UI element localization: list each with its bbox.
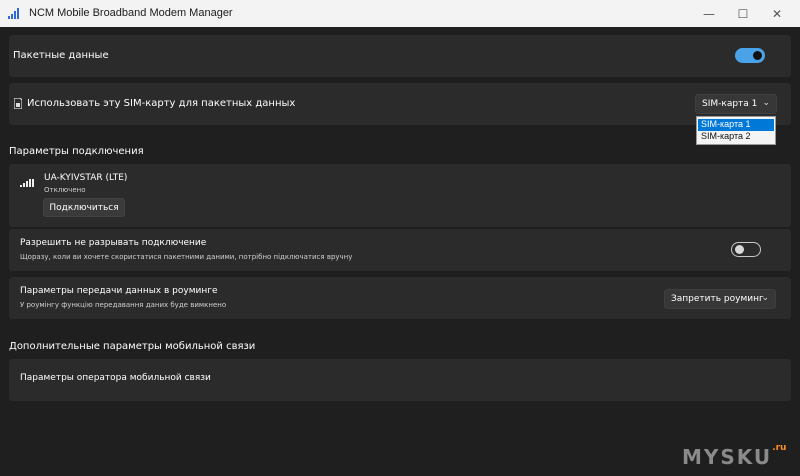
toggle-knob (735, 245, 744, 254)
packet-data-panel: Пакетные данные (9, 35, 791, 77)
signal-strength-icon (20, 179, 34, 187)
toggle-knob (753, 51, 762, 60)
chevron-down-icon: ⌄ (762, 98, 770, 108)
sim-option-2[interactable]: SIM-карта 2 (698, 131, 774, 143)
keep-connection-panel: Разрешить не разрывать подключение Щораз… (9, 229, 791, 271)
operator-settings-panel[interactable]: Параметры оператора мобильной связи (9, 359, 791, 401)
sim-option-2-label: SIM-карта 2 (701, 131, 751, 141)
signal-bars-icon (8, 8, 19, 19)
minimize-button[interactable]: — (692, 0, 726, 27)
roaming-description: У роумінгу функцію передавання даних буд… (20, 301, 227, 309)
operator-settings-label: Параметры оператора мобильной связи (20, 373, 211, 383)
sim-option-1-label: SIM-карта 1 (701, 119, 751, 129)
keep-connection-toggle[interactable] (731, 242, 761, 257)
additional-section-title: Дополнительные параметры мобильной связи (9, 341, 256, 352)
roaming-label: Параметры передачи данных в роуминге (20, 286, 218, 296)
watermark-brand: MYSKU (682, 445, 773, 469)
sim-select[interactable]: SIM-карта 1 ⌄ (695, 94, 777, 114)
connection-section-title: Параметры подключения (9, 146, 144, 157)
packet-data-label: Пакетные данные (13, 50, 109, 61)
keep-connection-description: Щоразу, коли ви хочете скористатися паке… (20, 253, 353, 261)
sim-option-1[interactable]: SIM-карта 1 (698, 119, 774, 131)
sim-usage-label: Использовать эту SIM-карту для пакетных … (27, 98, 296, 109)
sim-dropdown-list: SIM-карта 1 SIM-карта 2 (696, 116, 776, 145)
chevron-down-icon: ⌄ (761, 293, 769, 303)
title-bar: NCM Mobile Broadband Modem Manager — ☐ ✕ (0, 0, 800, 27)
sim-usage-panel: Использовать эту SIM-карту для пакетных … (9, 83, 791, 125)
roaming-panel: Параметры передачи данных в роуминге У р… (9, 277, 791, 319)
connection-panel: UA-KYIVSTAR (LTE) Отключено (9, 164, 791, 227)
maximize-button[interactable]: ☐ (726, 0, 760, 27)
sim-card-icon (14, 98, 22, 109)
packet-data-toggle[interactable] (735, 48, 765, 63)
connect-button[interactable]: Подключиться (43, 198, 125, 217)
window-title: NCM Mobile Broadband Modem Manager (29, 7, 233, 19)
watermark: MYSKU.ru (682, 443, 787, 469)
close-button[interactable]: ✕ (760, 0, 794, 27)
roaming-select-value: Запретить роуминг (671, 294, 764, 304)
keep-connection-label: Разрешить не разрывать подключение (20, 238, 207, 248)
network-name: UA-KYIVSTAR (LTE) (44, 173, 128, 183)
network-status: Отключено (44, 186, 86, 194)
roaming-select[interactable]: Запретить роуминг ⌄ (664, 289, 776, 309)
watermark-suffix: .ru (772, 443, 787, 453)
sim-select-value: SIM-карта 1 (702, 99, 758, 109)
